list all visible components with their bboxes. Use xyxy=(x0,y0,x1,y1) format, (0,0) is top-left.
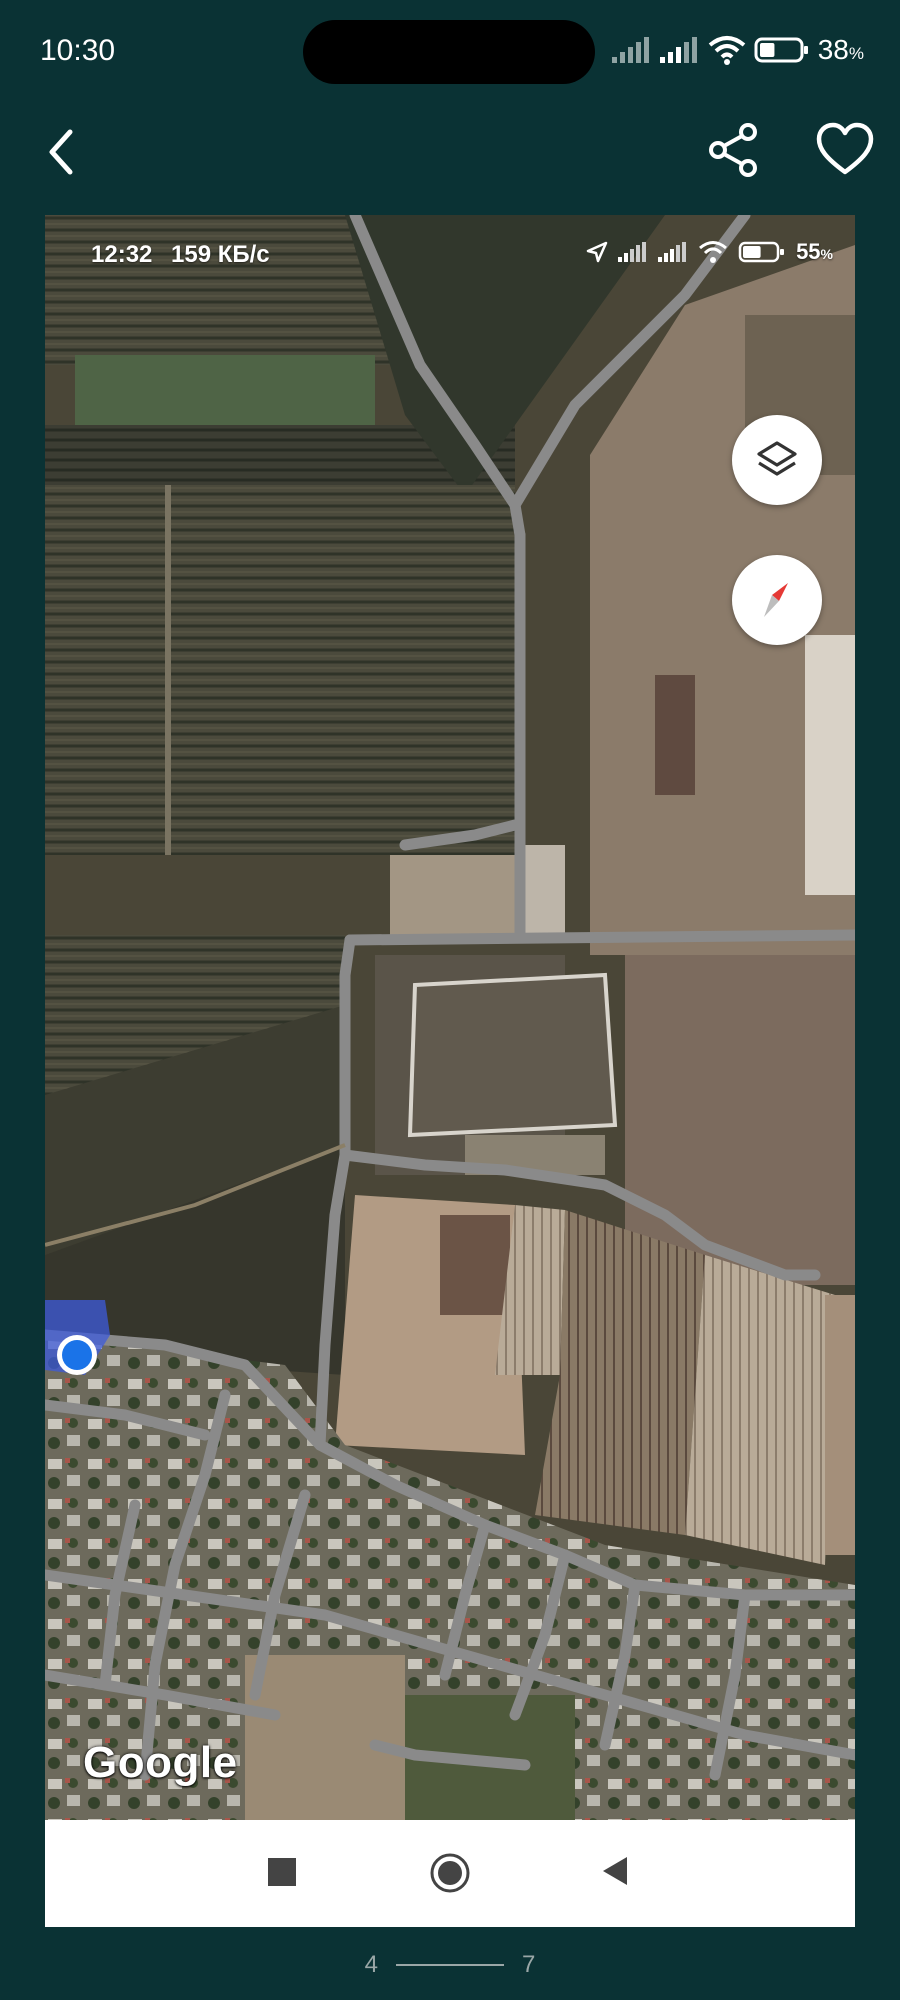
inner-navigation-bar xyxy=(45,1820,855,1927)
my-location-dot xyxy=(62,1340,92,1370)
pager-total: 7 xyxy=(522,1951,536,1978)
cellular-signal-2-icon xyxy=(659,37,697,63)
inner-status-time: 12:32 xyxy=(91,241,153,268)
cellular-signal-icon xyxy=(611,37,649,63)
inner-battery-icon xyxy=(738,241,785,263)
recents-button[interactable] xyxy=(268,1858,296,1886)
chevron-left-icon xyxy=(49,129,73,175)
triangle-back-icon xyxy=(603,1857,627,1885)
wifi-icon xyxy=(708,36,745,65)
status-icons: 38% xyxy=(611,34,864,66)
inner-cellular-icon xyxy=(618,242,647,262)
inner-status-bar: 12:32 159 КБ/с 55% xyxy=(45,215,855,285)
google-logo: Google xyxy=(83,1738,238,1787)
inner-cellular-2-icon xyxy=(658,242,687,262)
back-button[interactable] xyxy=(40,122,88,182)
image-pager: 4 7 xyxy=(0,1945,900,1985)
favorite-button[interactable] xyxy=(816,122,874,178)
battery-percent: 38% xyxy=(817,34,864,65)
status-bar: 10:30 38% xyxy=(0,0,900,110)
camera-cutout xyxy=(303,20,595,84)
battery-icon xyxy=(754,37,808,63)
screenshot-image[interactable]: 12:32 159 КБ/с 55% Google xyxy=(45,215,855,1927)
inner-status-icons: 55% xyxy=(586,239,833,265)
pager-current: 4 xyxy=(364,1951,378,1978)
status-time: 10:30 xyxy=(40,34,116,67)
layers-icon xyxy=(757,441,797,476)
compass-button[interactable] xyxy=(732,555,822,645)
inner-wifi-icon xyxy=(699,241,728,263)
inner-network-speed: 159 КБ/с xyxy=(171,241,270,268)
home-button[interactable] xyxy=(429,1852,471,1899)
share-icon xyxy=(709,123,757,177)
heart-outline-icon xyxy=(816,122,874,175)
circle-icon xyxy=(430,1853,470,1893)
location-arrow-icon xyxy=(586,241,608,263)
compass-icon xyxy=(764,583,788,617)
inner-battery-percent: 55% xyxy=(796,239,833,264)
nav-back-button[interactable] xyxy=(599,1854,631,1893)
map-layers-button[interactable] xyxy=(732,415,822,505)
pager-divider xyxy=(396,1964,504,1966)
share-button[interactable] xyxy=(706,122,762,178)
